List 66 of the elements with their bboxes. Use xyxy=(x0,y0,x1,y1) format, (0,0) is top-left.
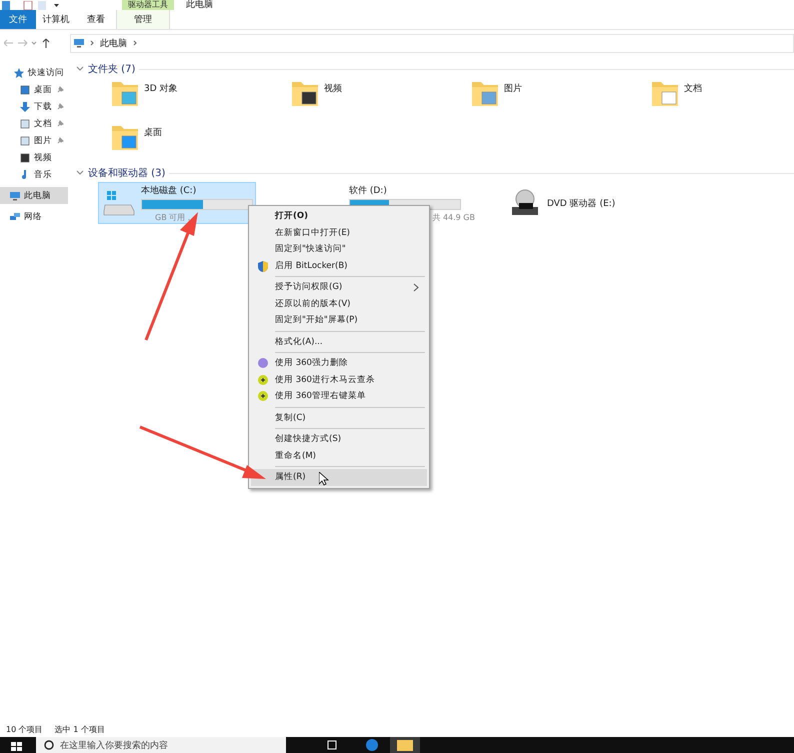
menu-item[interactable]: 授予访问权限(G) xyxy=(251,279,427,296)
breadcrumb-chevron-icon[interactable] xyxy=(90,40,94,46)
sidebar-item[interactable]: 文档 xyxy=(0,115,68,132)
star-icon xyxy=(14,68,24,78)
menu-item[interactable]: 重命名(M) xyxy=(251,448,427,464)
menu-item[interactable]: 固定到"开始"屏幕(P) xyxy=(251,312,427,328)
sidebar-item[interactable]: 下载 xyxy=(0,98,68,115)
quick-access-toolbar-icon[interactable] xyxy=(2,1,62,10)
menu-item[interactable]: 在新窗口中打开(E) xyxy=(251,224,427,241)
sidebar-item[interactable]: 桌面 xyxy=(0,81,68,98)
folder-item[interactable]: 3D 对象 xyxy=(110,78,290,118)
computer-icon xyxy=(74,38,84,48)
taskbar-search-field[interactable]: 在这里输入你要搜索的内容 xyxy=(36,737,286,753)
drive-item[interactable]: DVD 驱动器 (E:) xyxy=(482,182,692,224)
menu-item[interactable]: 使用 360进行木马云查杀 xyxy=(251,372,427,388)
menu-item[interactable]: 格式化(A)... xyxy=(251,334,427,350)
search-icon xyxy=(44,740,54,750)
menu-item[interactable]: 复制(C) xyxy=(251,410,427,426)
ribbon-tab[interactable]: 管理 xyxy=(116,10,170,29)
sidebar-item[interactable]: 视频 xyxy=(0,149,68,166)
download-arrow-icon xyxy=(20,102,30,112)
breadcrumb-item[interactable]: 此电脑 xyxy=(100,36,127,50)
sidebar-item[interactable]: 快速访问 xyxy=(0,64,68,81)
drive-name[interactable]: DVD 驱动器 (E:) xyxy=(547,196,616,210)
folder-item[interactable]: 文档 xyxy=(650,78,794,118)
section-title[interactable]: 设备和驱动器 (3) xyxy=(88,166,166,180)
shield-scan-icon xyxy=(258,374,268,384)
free-space-text: 共 44.9 GB xyxy=(432,212,475,222)
file-explorer-icon[interactable] xyxy=(390,737,420,753)
ribbon-tab[interactable]: 计算机 xyxy=(36,10,76,29)
address-bar[interactable]: 此电脑 xyxy=(70,34,794,52)
folder-item[interactable]: 桌面 xyxy=(110,122,290,162)
hard-drive-icon xyxy=(103,189,135,217)
shield-icon xyxy=(258,260,268,272)
chevron-icon[interactable] xyxy=(76,170,84,176)
mouse-cursor-icon xyxy=(319,472,329,486)
sidebar-item[interactable]: 此电脑 xyxy=(0,187,68,204)
folder-item[interactable]: 图片 xyxy=(470,78,650,118)
chevron-icon[interactable] xyxy=(76,66,84,72)
menu-item[interactable]: 属性(R) xyxy=(251,469,427,486)
sidebar-item[interactable]: 图片 xyxy=(0,132,68,149)
drive-name[interactable]: 软件 (D:) xyxy=(349,184,461,196)
drive-name[interactable]: 本地磁盘 (C:) xyxy=(141,184,253,196)
shredder-icon xyxy=(258,358,268,368)
menu-item[interactable]: 使用 360管理右键菜单 xyxy=(251,388,427,404)
item-count: 10 个项目 xyxy=(6,724,43,735)
selection-count: 选中 1 个项目 xyxy=(54,724,105,735)
section-title[interactable]: 文件夹 (7) xyxy=(88,62,136,76)
ribbon-context-label: 驱动器工具 xyxy=(122,0,174,10)
network-icon xyxy=(10,212,20,222)
ribbon-tab[interactable]: 文件 xyxy=(0,10,36,29)
computer-icon xyxy=(10,190,20,200)
dvd-drive-icon xyxy=(509,189,541,217)
drive-item[interactable]: 本地磁盘 (C:) GB 可用， xyxy=(98,182,256,224)
free-space-text: GB 可用， xyxy=(155,212,194,222)
sidebar-item[interactable]: 音乐 xyxy=(0,166,68,183)
menu-item[interactable]: 创建快捷方式(S) xyxy=(251,431,427,448)
menu-item[interactable]: 使用 360强力删除 xyxy=(251,355,427,372)
ribbon-tab[interactable]: 查看 xyxy=(76,10,116,29)
menu-item[interactable]: 还原以前的版本(V) xyxy=(251,296,427,312)
folder-item[interactable]: 视频 xyxy=(290,78,470,118)
sidebar-item[interactable]: 网络 xyxy=(0,208,68,225)
menu-item[interactable]: 启用 BitLocker(B) xyxy=(251,258,427,274)
breadcrumb-chevron-icon[interactable] xyxy=(133,40,137,46)
shield-scan-icon xyxy=(258,391,268,401)
menu-item[interactable]: 固定到"快速访问" xyxy=(251,241,427,258)
